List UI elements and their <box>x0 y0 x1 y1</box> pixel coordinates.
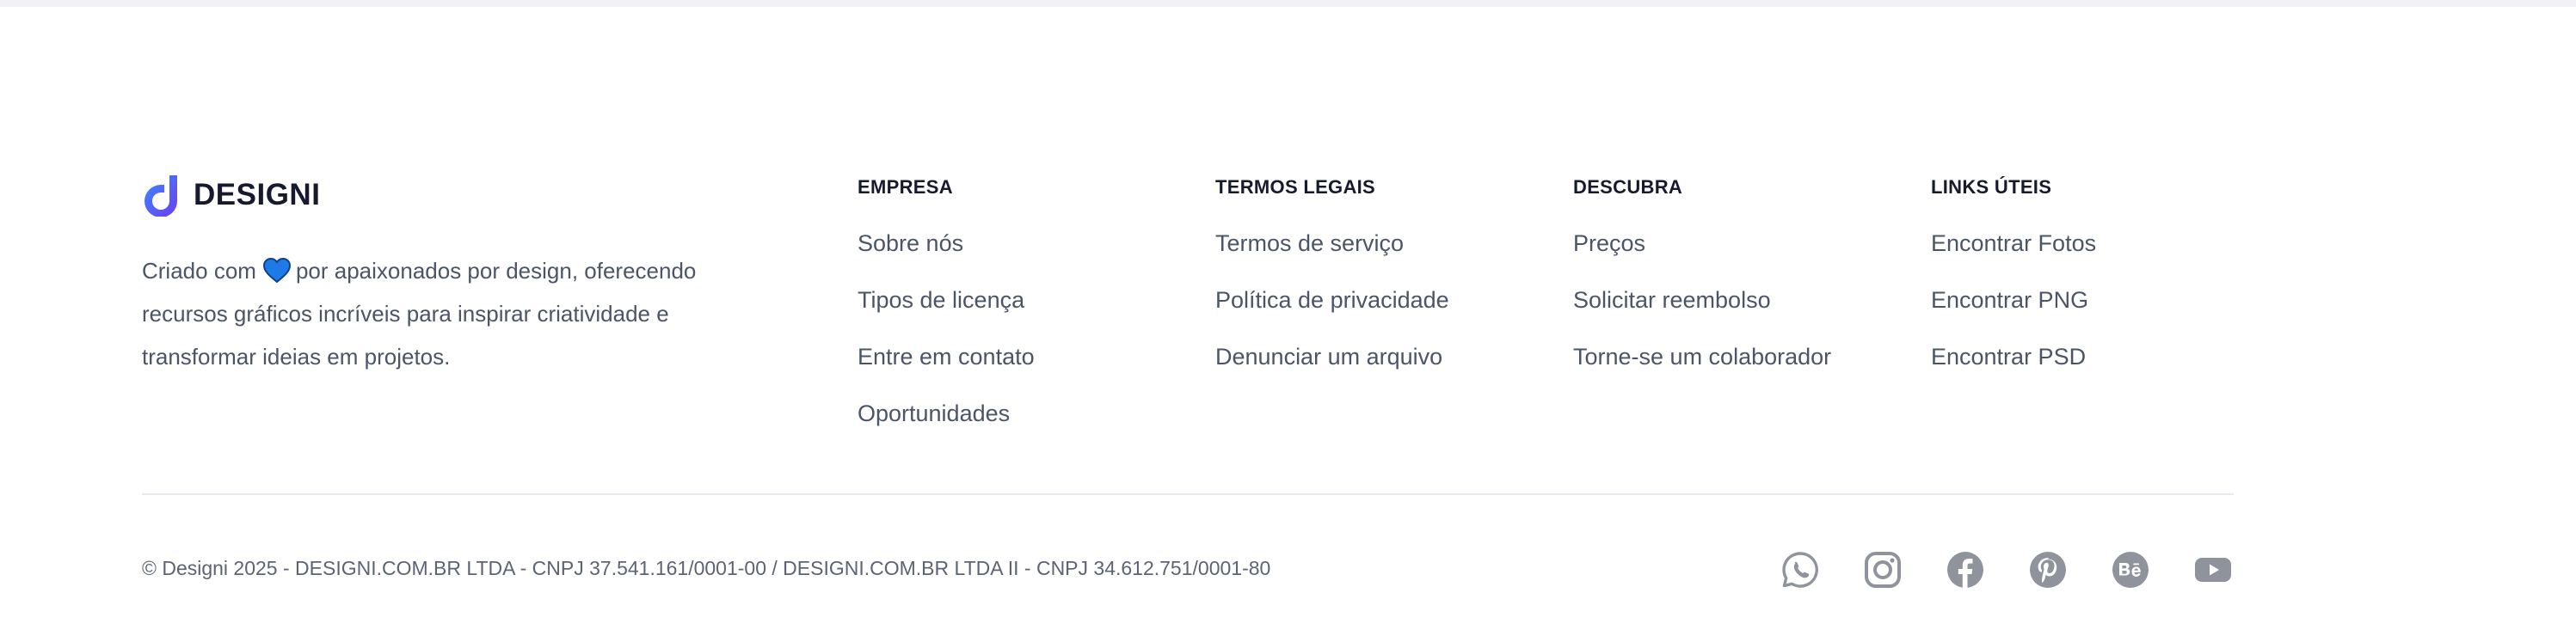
link-torne-se-colaborador[interactable]: Torne-se um colaborador <box>1573 342 1831 371</box>
link-termos-de-servico[interactable]: Termos de serviço <box>1215 229 1404 258</box>
link-list: Sobre nós Tipos de licença Entre em cont… <box>858 229 1202 456</box>
link-list: Encontrar Fotos Encontrar PNG Encontrar … <box>1931 229 2275 399</box>
link-encontrar-fotos[interactable]: Encontrar Fotos <box>1931 229 2096 258</box>
link-denunciar-arquivo[interactable]: Denunciar um arquivo <box>1215 342 1442 371</box>
social-links <box>1780 550 2233 590</box>
column-title: EMPRESA <box>858 176 953 198</box>
copyright-text: © Designi 2025 - DESIGNI.COM.BR LTDA - C… <box>142 557 1271 579</box>
link-list: Preços Solicitar reembolso Torne-se um c… <box>1573 229 1917 399</box>
desc-before: Criado com <box>142 258 256 284</box>
instagram-icon <box>1865 552 1901 588</box>
youtube-link[interactable] <box>2193 550 2233 590</box>
link-oportunidades[interactable]: Oportunidades <box>858 399 1010 428</box>
footer-divider <box>142 493 2234 495</box>
whatsapp-icon <box>1782 552 1818 588</box>
link-sobre-nos[interactable]: Sobre nós <box>858 229 963 258</box>
link-list: Termos de serviço Política de privacidad… <box>1215 229 1559 399</box>
footer-column-termos-legais: TERMOS LEGAIS Termos de serviço Política… <box>1215 174 1559 399</box>
brand-description: Criado com por apaixonados por design, of… <box>142 249 744 378</box>
brand-block: DESIGNI Criado com por apaixonados por de… <box>142 172 761 378</box>
pinterest-link[interactable] <box>2028 550 2068 590</box>
instagram-link[interactable] <box>1863 550 1903 590</box>
column-title: DESCUBRA <box>1573 176 1683 198</box>
link-entre-em-contato[interactable]: Entre em contato <box>858 342 1035 371</box>
top-strip <box>0 0 2576 7</box>
brand-name: DESIGNI <box>194 178 321 211</box>
behance-icon <box>2112 552 2149 588</box>
footer-column-links-uteis: LINKS ÚTEIS Encontrar Fotos Encontrar PN… <box>1931 174 2275 399</box>
link-tipos-de-licenca[interactable]: Tipos de licença <box>858 285 1024 315</box>
footer-column-empresa: EMPRESA Sobre nós Tipos de licença Entre… <box>858 174 1202 456</box>
footer-column-descubra: DESCUBRA Preços Solicitar reembolso Torn… <box>1573 174 1917 399</box>
link-encontrar-png[interactable]: Encontrar PNG <box>1931 285 2088 315</box>
pinterest-icon <box>2030 552 2066 588</box>
link-precos[interactable]: Preços <box>1573 229 1645 258</box>
link-politica-de-privacidade[interactable]: Política de privacidade <box>1215 285 1449 315</box>
link-encontrar-psd[interactable]: Encontrar PSD <box>1931 342 2086 371</box>
column-title: TERMOS LEGAIS <box>1215 176 1376 198</box>
link-solicitar-reembolso[interactable]: Solicitar reembolso <box>1573 285 1771 315</box>
column-title: LINKS ÚTEIS <box>1931 176 2052 198</box>
logo-link[interactable]: DESIGNI <box>142 172 761 218</box>
designi-logo-icon <box>144 175 177 217</box>
youtube-icon <box>2195 558 2231 582</box>
facebook-link[interactable] <box>1946 550 1985 590</box>
whatsapp-link[interactable] <box>1780 550 1820 590</box>
behance-link[interactable] <box>2111 550 2150 590</box>
heart-icon <box>262 258 291 284</box>
facebook-icon <box>1947 552 1983 588</box>
